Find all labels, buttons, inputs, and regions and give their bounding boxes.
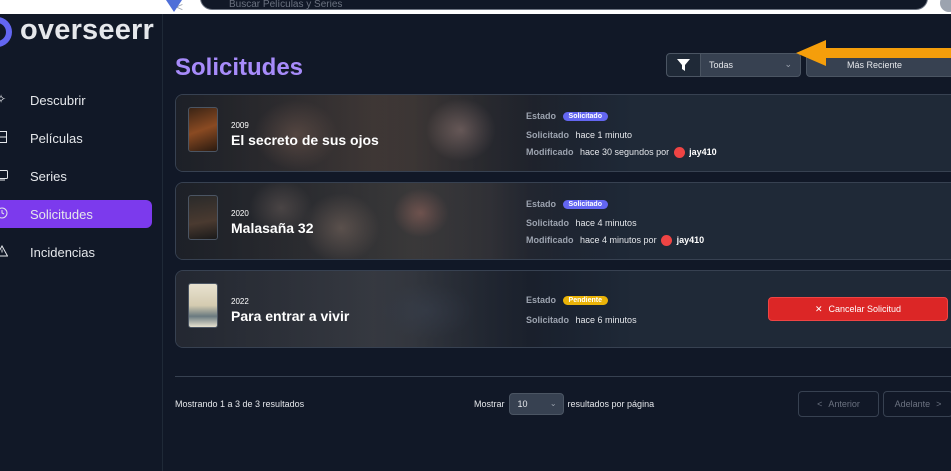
poster-image[interactable] [188,107,218,152]
sidebar-item-incidencias[interactable]: Incidencias [0,238,153,266]
status-label: Estado [526,199,557,209]
modified-label: Modificado [526,235,574,245]
filter-icon [677,59,690,71]
status-row: Estado Solicitado [526,111,608,122]
cancel-request-label: Cancelar Solicitud [828,304,902,314]
modified-row: Modificado hace 30 segundos por jay410 [526,147,717,159]
cancel-request-button[interactable]: ✕ Cancelar Solicitud [768,297,948,321]
clock-icon [0,207,8,220]
divider [175,376,951,377]
requested-time: hace 1 minuto [575,130,633,140]
poster-image[interactable] [188,283,218,328]
page-size-control: Mostrar 10 ⌄ resultados por página [474,393,654,415]
sidebar-item-peliculas[interactable]: Películas [0,124,153,152]
modified-time: hace 4 minutos por [580,235,657,245]
next-page-button[interactable]: Adelante > [883,391,951,417]
status-label: Estado [526,295,557,305]
sidebar: overseerr ✧ Descubrir Películas Series S… [0,0,163,471]
requested-time: hace 4 minutos [575,218,637,228]
modified-label: Modificado [526,147,574,157]
show-label: Mostrar [474,399,505,409]
media-year: 2009 [231,121,249,130]
film-icon [0,131,8,144]
warning-icon [0,244,9,258]
page-title: Solicitudes [175,54,304,81]
requested-time: hace 6 minutos [575,315,637,325]
request-card[interactable]: 2020 Malasaña 32 Estado Solicitado Solic… [175,182,951,260]
requested-row: Solicitado hace 6 minutos [526,315,637,325]
request-card[interactable]: 2022 Para entrar a vivir Estado Pendient… [175,270,951,348]
browser-top-strip: < Buscar Películas y Series [0,0,951,14]
user-avatar[interactable] [661,235,673,247]
filter-value: Todas [709,60,734,70]
request-card[interactable]: 2009 El secreto de sus ojos Estado Solic… [175,94,951,172]
search-input[interactable]: Buscar Películas y Series [200,0,928,10]
sidebar-item-label: Películas [30,130,83,146]
media-title[interactable]: Malasaña 32 [231,220,314,236]
media-year: 2020 [231,209,249,218]
avatar[interactable] [940,0,951,12]
per-page-label: resultados por página [567,399,655,409]
status-row: Estado Solicitado [526,199,608,210]
page-size-value: 10 [517,399,528,409]
media-year: 2022 [231,297,249,306]
sidebar-item-label: Solicitudes [30,206,93,222]
modified-row: Modificado hace 4 minutos por jay410 [526,235,705,247]
sidebar-item-solicitudes[interactable]: Solicitudes [0,200,152,228]
requested-label: Solicitado [526,218,570,228]
status-badge: Solicitado [562,112,608,122]
media-title[interactable]: El secreto de sus ojos [231,132,379,148]
close-icon: ✕ [814,303,823,314]
sparkles-icon: ✧ [0,92,7,106]
previous-label: Anterior [828,399,860,409]
tv-icon [0,169,8,182]
requested-row: Solicitado hace 4 minutos [526,218,637,228]
status-badge: Pendiente [562,296,608,306]
results-count: Mostrando 1 a 3 de 3 resultados [175,399,305,409]
requested-label: Solicitado [526,315,570,325]
logo-icon [0,17,12,47]
sidebar-item-label: Incidencias [30,244,96,260]
media-title[interactable]: Para entrar a vivir [231,308,349,324]
next-label: Adelante [894,399,931,409]
previous-page-button[interactable]: < Anterior [798,391,879,417]
logo-text: overseerr [20,14,155,46]
modified-time: hace 30 segundos por [580,147,670,157]
status-label: Estado [526,111,557,121]
chevron-down-icon: ⌄ [784,59,792,69]
sidebar-item-label: Series [30,168,67,184]
user-avatar[interactable] [673,147,685,159]
requested-label: Solicitado [526,130,570,140]
chevron-right-icon: > [936,399,942,409]
status-row: Estado Pendiente [526,295,608,306]
requested-row: Solicitado hace 1 minuto [526,130,632,140]
user-name-link[interactable]: jay410 [689,147,717,157]
sidebar-item-label: Descubrir [30,92,86,108]
poster-image[interactable] [188,195,218,240]
annotation-arrow-icon [796,40,951,66]
status-badge: Solicitado [562,200,608,210]
chevron-down-icon: ⌄ [549,399,557,408]
main-content: Solicitudes Todas ⌄ Más Reciente 2009 El… [163,14,951,471]
search-placeholder: Buscar Películas y Series [229,0,343,10]
sidebar-item-series[interactable]: Series [0,162,153,190]
sidebar-nav: ✧ Descubrir Películas Series Solicitudes [0,86,163,276]
page-size-select[interactable]: 10 ⌄ [508,393,564,415]
filter-button[interactable] [666,53,701,77]
chevron-left-icon: < [817,399,823,409]
user-name-link[interactable]: jay410 [677,235,705,245]
filter-select[interactable]: Todas ⌄ [701,53,801,77]
pointer-marker-icon [166,0,182,12]
sidebar-item-descubrir[interactable]: ✧ Descubrir [0,86,153,114]
filter-control: Todas ⌄ [666,53,801,77]
